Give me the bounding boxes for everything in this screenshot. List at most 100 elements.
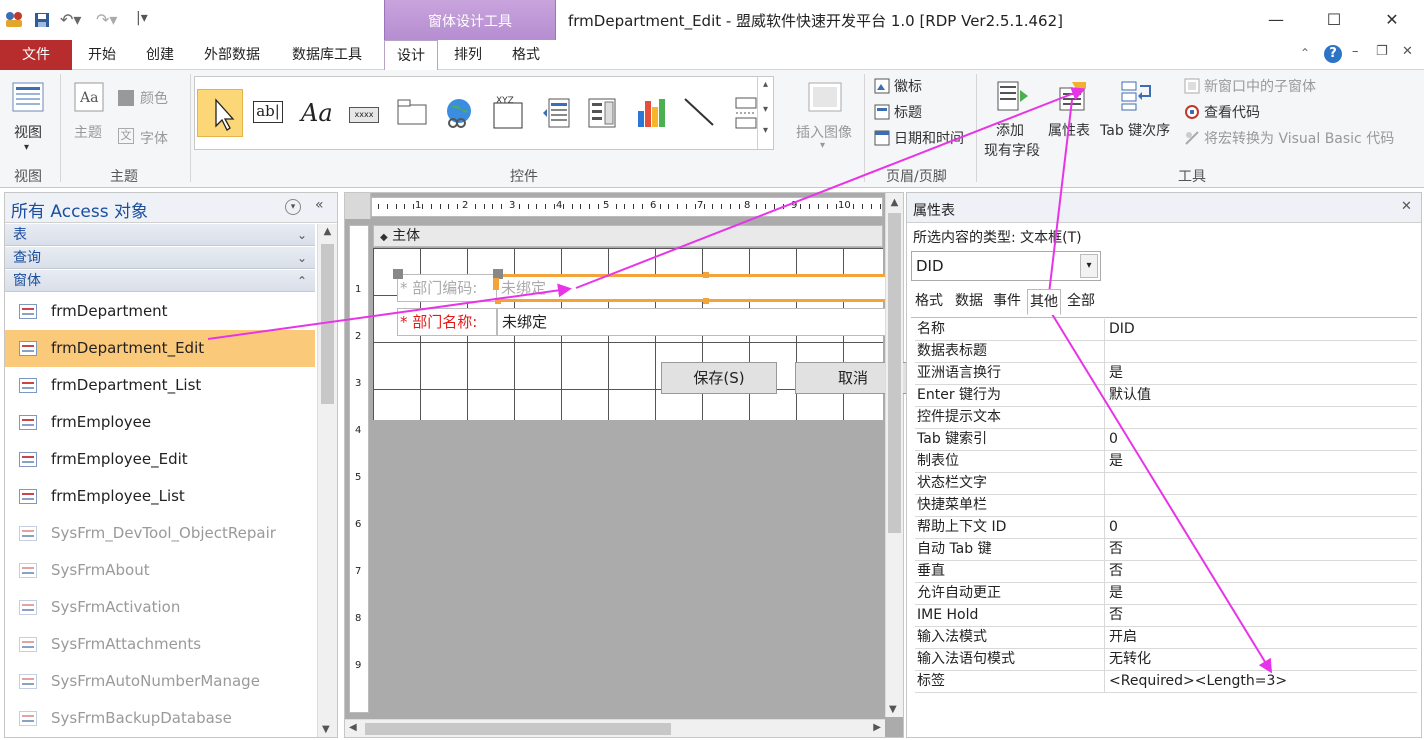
resize-handle[interactable]	[703, 272, 709, 278]
property-tab[interactable]: 格式	[913, 289, 945, 315]
nav-item[interactable]: frmEmployee	[5, 404, 315, 441]
scroll-down-icon[interactable]: ▼	[889, 704, 897, 715]
property-value[interactable]: 无转化	[1109, 649, 1415, 670]
department-name-textbox[interactable]: 未绑定	[497, 308, 887, 336]
property-value[interactable]	[1109, 473, 1415, 494]
colors-button[interactable]: 颜色	[140, 88, 168, 108]
save-button[interactable]: 保存(S)	[661, 362, 777, 394]
property-tab[interactable]: 数据	[953, 289, 985, 315]
department-code-textbox[interactable]: 未绑定	[497, 274, 887, 302]
shutter-bar-close-icon[interactable]: «	[315, 197, 324, 213]
property-value[interactable]: 是	[1109, 363, 1415, 384]
property-row[interactable]: 输入法模式 开启	[915, 627, 1417, 649]
property-value[interactable]: DID	[1109, 319, 1415, 340]
option-group-tool-icon[interactable]	[587, 97, 617, 129]
nav-item[interactable]: SysFrm_DevTool_ObjectRepair	[5, 515, 315, 552]
title-button[interactable]: 标题	[894, 102, 922, 122]
property-value[interactable]: 0	[1109, 517, 1415, 538]
line-tool-icon[interactable]	[683, 95, 715, 129]
property-row[interactable]: 输入法语句模式 无转化	[915, 649, 1417, 671]
view-button[interactable]: 视图	[14, 122, 42, 142]
nav-item[interactable]: SysFrmAttachments	[5, 626, 315, 663]
section-bar-detail[interactable]: ◆ 主体	[373, 225, 883, 247]
property-row[interactable]: 数据表标题	[915, 341, 1417, 363]
property-row[interactable]: Tab 键索引 0	[915, 429, 1417, 451]
insert-image-dropdown-icon[interactable]: ▾	[820, 140, 825, 151]
property-sheet-close-icon[interactable]: ✕	[1401, 199, 1412, 214]
save-icon[interactable]	[34, 12, 50, 28]
nav-item[interactable]: frmDepartment_List	[5, 367, 315, 404]
help-icon[interactable]: ?	[1324, 45, 1342, 63]
property-row[interactable]: 制表位是	[915, 451, 1417, 473]
property-value[interactable]	[1109, 341, 1415, 362]
property-tab[interactable]: 其他	[1027, 289, 1061, 315]
tab-external-data[interactable]: 外部数据	[192, 40, 272, 70]
tab-home[interactable]: 开始	[76, 40, 128, 70]
property-value[interactable]: 否	[1109, 605, 1415, 626]
resize-handle[interactable]	[703, 298, 709, 304]
resize-handle[interactable]	[493, 278, 499, 290]
property-row[interactable]: 垂直否	[915, 561, 1417, 583]
tab-format[interactable]: 格式	[500, 40, 552, 70]
add-existing-fields-button[interactable]: 添加	[996, 120, 1024, 140]
scroll-down-icon[interactable]: ▼	[322, 724, 330, 735]
property-value[interactable]: 否	[1109, 539, 1415, 560]
designer-scroll-thumb[interactable]	[888, 213, 901, 533]
department-name-label[interactable]: * 部门名称:	[397, 308, 497, 336]
tab-order-button[interactable]: Tab 键次序	[1100, 120, 1170, 140]
department-code-label[interactable]: * 部门编码:	[397, 274, 497, 302]
theme-button[interactable]: 主题	[74, 122, 102, 142]
scroll-right-icon[interactable]: ▶	[873, 722, 881, 733]
nav-item[interactable]: SysFrmActivation	[5, 589, 315, 626]
nav-item[interactable]: frmDepartment	[5, 293, 315, 330]
property-row[interactable]: IME Hold 否	[915, 605, 1417, 627]
nav-scrollbar[interactable]: ▲ ▼	[317, 224, 337, 737]
property-value[interactable]: 是	[1109, 583, 1415, 604]
object-selector-combo[interactable]: DID ▾	[911, 251, 1101, 281]
designer-horizontal-scrollbar[interactable]: ◀ ▶	[345, 719, 885, 737]
textbox-tool-icon[interactable]: ab|	[253, 101, 283, 123]
scroll-up-icon[interactable]: ▲	[318, 226, 337, 237]
property-value[interactable]: 否	[1109, 561, 1415, 582]
chart-tool-icon[interactable]	[635, 95, 667, 129]
move-handle[interactable]	[393, 269, 403, 279]
web-browser-tool-icon[interactable]: XYZ	[493, 95, 523, 129]
nav-group-forms[interactable]: 窗体 ⌃	[5, 270, 315, 292]
nav-item[interactable]: SysFrmAutoNumberManage	[5, 663, 315, 700]
property-value[interactable]: 是	[1109, 451, 1415, 472]
property-row[interactable]: 状态栏文字	[915, 473, 1417, 495]
property-row[interactable]: 控件提示文本	[915, 407, 1417, 429]
property-row[interactable]: 名称 DID	[915, 319, 1417, 341]
property-value[interactable]: 0	[1109, 429, 1415, 450]
property-value[interactable]	[1109, 407, 1415, 428]
nav-item[interactable]: frmEmployee_List	[5, 478, 315, 515]
subform-button[interactable]: 新窗口中的子窗体	[1204, 76, 1316, 96]
tab-control-tool-icon[interactable]	[397, 99, 427, 125]
button-tool-icon[interactable]: xxxx	[349, 107, 379, 123]
property-row[interactable]: 标签 <Required><Length=3>	[915, 671, 1417, 693]
maximize-button[interactable]: ☐	[1314, 6, 1354, 34]
tab-order-icon[interactable]	[1120, 80, 1154, 112]
property-sheet-button[interactable]: 属性表	[1048, 120, 1090, 140]
nav-item[interactable]: SysFrmBackupDatabase	[5, 700, 315, 737]
property-row[interactable]: 帮助上下文 ID 0	[915, 517, 1417, 539]
tab-create[interactable]: 创建	[134, 40, 186, 70]
minimize-button[interactable]: —	[1256, 6, 1296, 34]
hyperlink-tool-icon[interactable]	[443, 97, 475, 129]
date-time-button[interactable]: 日期和时间	[894, 128, 964, 148]
property-value[interactable]: <Required><Length=3>	[1109, 671, 1415, 692]
property-tab[interactable]: 全部	[1065, 289, 1097, 315]
property-sheet-icon[interactable]	[1056, 80, 1090, 112]
insert-image-button[interactable]: 插入图像	[796, 122, 852, 142]
convert-macros-button[interactable]: 将宏转换为 Visual Basic 代码	[1204, 128, 1394, 148]
collapse-ribbon-icon[interactable]: ⌃	[1300, 46, 1310, 60]
nav-title[interactable]: 所有 Access 对象	[11, 197, 148, 222]
property-row[interactable]: 允许自动更正是	[915, 583, 1417, 605]
view-code-button[interactable]: 查看代码	[1204, 102, 1260, 122]
insert-image-icon[interactable]	[808, 82, 842, 112]
property-row[interactable]: 亚洲语言换行是	[915, 363, 1417, 385]
tab-file[interactable]: 文件	[0, 40, 72, 70]
navigation-control-icon[interactable]	[541, 97, 571, 129]
logo-button[interactable]: 徽标	[894, 76, 922, 96]
tab-arrange[interactable]: 排列	[442, 40, 494, 70]
